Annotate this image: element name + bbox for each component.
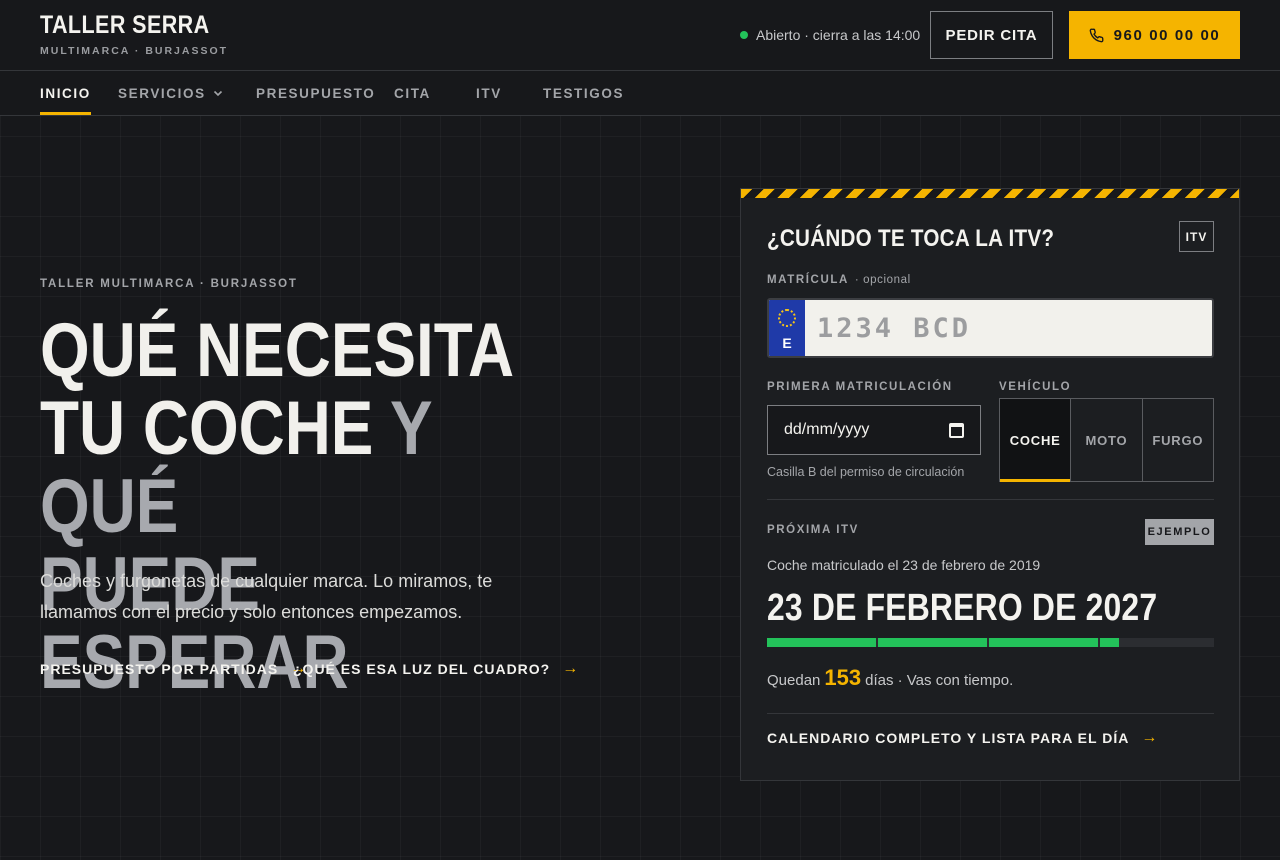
plate-label-text: MATRÍCULA <box>767 274 849 286</box>
result-subtitle: Coche matriculado el 23 de febrero de 20… <box>767 557 1041 573</box>
plate-country-code: E <box>782 335 792 351</box>
nav-item-cita[interactable]: CITA <box>394 71 431 115</box>
arrow-right-icon: → <box>1141 729 1159 746</box>
arrow-right-icon: → <box>562 660 580 677</box>
phone-icon <box>1089 28 1104 42</box>
hero-title-line1: QUÉ NECESITA <box>40 308 515 393</box>
status-dot-icon <box>740 31 748 39</box>
plate-field[interactable]: E <box>767 298 1214 358</box>
days-remaining: Quedan 153 días · Vas con tiempo. <box>767 665 1013 691</box>
luz-cuadro-link-label: ¿QUÉ ES ESA LUZ DEL CUADRO? <box>293 661 551 677</box>
itv-tag: ITV <box>1179 221 1214 252</box>
divider <box>767 499 1214 500</box>
nav-item-servicios[interactable]: SERVICIOS <box>118 71 224 115</box>
next-itv-date: 23 DE FEBRERO DE 2027 <box>767 587 1158 629</box>
hero-title-line2a: TU COCHE <box>40 386 374 471</box>
progress-fill-segment <box>767 638 876 647</box>
luz-cuadro-link[interactable]: ¿QUÉ ES ESA LUZ DEL CUADRO? → <box>293 658 579 680</box>
brand-subtitle: MULTIMARCA · BURJASSOT <box>40 45 229 57</box>
vehicle-option-moto[interactable]: MOTO <box>1070 399 1141 481</box>
presupuesto-link[interactable]: PRESUPUESTO POR PARTIDAS → <box>40 658 307 680</box>
progress-remaining <box>1121 638 1214 647</box>
progress-fill-segment <box>1100 638 1119 647</box>
vehicle-option-coche[interactable]: COCHE <box>1000 399 1071 482</box>
first-registration-date-input[interactable]: dd/mm/yyyy <box>767 405 981 455</box>
calendar-link-label: CALENDARIO COMPLETO Y LISTA PARA EL DÍA <box>767 730 1130 746</box>
remaining-suffix: días · Vas con tiempo. <box>865 672 1014 689</box>
first-registration-label: PRIMERA MATRICULACIÓN <box>767 381 953 393</box>
nav-item-inicio[interactable]: INICIO <box>40 71 91 115</box>
chevron-down-icon <box>213 90 222 97</box>
plate-input[interactable] <box>805 300 1212 356</box>
vehicle-type-selector: COCHE MOTO FURGO <box>999 398 1214 482</box>
nav-item-testigos[interactable]: TESTIGOS <box>543 71 624 115</box>
pedir-cita-button[interactable]: PEDIR CITA <box>930 11 1053 59</box>
eu-stars-icon <box>778 309 796 327</box>
plate-label: MATRÍCULA · opcional <box>767 274 911 286</box>
plate-optional-text: · opcional <box>854 274 911 286</box>
date-placeholder: dd/mm/yyyy <box>784 421 870 438</box>
calendar-icon[interactable] <box>949 422 964 438</box>
nav-item-presupuesto[interactable]: PRESUPUESTO <box>256 71 375 115</box>
calendar-link[interactable]: CALENDARIO COMPLETO Y LISTA PARA EL DÍA … <box>767 729 1158 747</box>
status-text: Abierto · cierra a las 14:00 <box>756 27 921 43</box>
date-hint: Casilla B del permiso de circulación <box>767 465 965 479</box>
remaining-prefix: Quedan <box>767 672 821 689</box>
divider <box>767 713 1214 714</box>
nav-item-itv[interactable]: ITV <box>476 71 502 115</box>
presupuesto-link-label: PRESUPUESTO POR PARTIDAS <box>40 661 279 677</box>
main-nav: INICIO SERVICIOS PRESUPUESTO CITA ITV TE… <box>0 71 1280 116</box>
itv-calculator-card: ¿CUÁNDO TE TOCA LA ITV? ITV MATRÍCULA · o… <box>740 188 1240 781</box>
phone-button[interactable]: 960 00 00 00 <box>1069 11 1240 59</box>
site-header: TALLER SERRA MULTIMARCA · BURJASSOT Abie… <box>0 0 1280 71</box>
hazard-stripe <box>741 189 1239 198</box>
hero-lead: Coches y furgonetas de cualquier marca. … <box>40 571 493 622</box>
eu-flag-icon: E <box>769 300 805 356</box>
brand-title[interactable]: TALLER SERRA <box>40 11 210 40</box>
example-badge: EJEMPLO <box>1145 519 1214 545</box>
nav-item-label: SERVICIOS <box>118 85 206 101</box>
phone-number: 960 00 00 00 <box>1113 26 1221 44</box>
itv-progress-bar <box>767 638 1214 647</box>
itv-card-title: ¿CUÁNDO TE TOCA LA ITV? <box>767 225 1055 252</box>
hero-eyebrow: TALLER MULTIMARCA · BURJASSOT <box>40 278 298 290</box>
vehicle-option-furgo[interactable]: FURGO <box>1141 399 1213 481</box>
next-itv-label: PRÓXIMA ITV <box>767 524 859 536</box>
progress-fill-segment <box>878 638 987 647</box>
vehicle-label: VEHÍCULO <box>999 381 1072 393</box>
progress-fill-segment <box>989 638 1098 647</box>
remaining-days: 153 <box>824 665 862 690</box>
hero-title: QUÉ NECESITA TU COCHE Y QUÉ PUEDE ESPERA… <box>40 312 561 702</box>
opening-status: Abierto · cierra a las 14:00 <box>740 26 920 44</box>
